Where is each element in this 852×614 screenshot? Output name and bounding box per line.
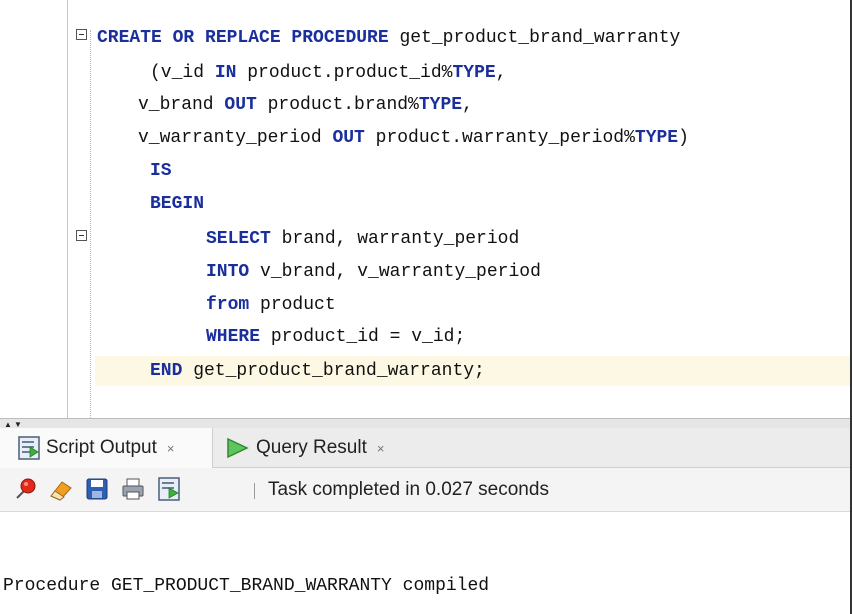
script-icon[interactable] (156, 476, 182, 502)
code-line-3[interactable]: v_brand OUT product.brand%TYPE, (0, 90, 852, 120)
print-icon[interactable] (120, 476, 146, 502)
code-line-9[interactable]: from product (0, 290, 852, 320)
tab-label: Query Result (256, 437, 367, 458)
sql-keyword: INTO (206, 262, 250, 282)
sql-keyword: IN (214, 63, 237, 83)
sql-keyword: OUT (224, 95, 257, 115)
code-line-4[interactable]: v_warranty_period OUT product.warranty_p… (0, 123, 852, 153)
code-token: , (495, 63, 507, 83)
code-token: brand, warranty_period (270, 229, 520, 249)
code-token: v_brand (138, 95, 225, 115)
code-line-10[interactable]: WHERE product_id = v_id; (0, 322, 852, 352)
code-token: , (462, 95, 473, 115)
code-token: (v_id (150, 63, 215, 83)
code-token: get_product_brand_warranty (388, 28, 681, 48)
sql-keyword: TYPE (452, 63, 496, 83)
tab-script-output[interactable]: Script Output × (0, 428, 213, 468)
code-token: ) (678, 128, 689, 148)
script-output-icon (18, 436, 40, 460)
eraser-icon[interactable] (48, 476, 74, 502)
pin-icon[interactable] (12, 476, 38, 502)
toolbar-separator (254, 483, 255, 499)
code-editor[interactable]: CREATE OR REPLACE PROCEDURE get_product_… (0, 0, 852, 418)
code-line-2[interactable]: (v_id IN product.product_id%TYPE, (0, 58, 852, 88)
code-token: v_warranty_period (138, 128, 333, 148)
sql-keyword: IS (150, 161, 172, 181)
code-token: v_brand, v_warranty_period (249, 262, 541, 282)
sql-keyword: BEGIN (150, 194, 205, 214)
code-line-1[interactable]: CREATE OR REPLACE PROCEDURE get_product_… (0, 23, 852, 53)
code-token: product.brand% (256, 95, 419, 115)
code-line-5[interactable]: IS (0, 156, 852, 186)
code-token: product (249, 295, 336, 315)
query-result-icon (227, 437, 249, 459)
save-icon[interactable] (84, 476, 110, 502)
sql-keyword: WHERE (206, 327, 261, 347)
code-line-11-current[interactable]: END get_product_brand_warranty; (95, 356, 852, 386)
code-line-8[interactable]: INTO v_brand, v_warranty_period (0, 257, 852, 287)
code-line-6[interactable]: BEGIN (0, 189, 852, 219)
panel-splitter[interactable]: ▲ ▼ (0, 418, 852, 429)
task-status: Task completed in 0.027 seconds (268, 479, 549, 500)
sql-keyword: OUT (332, 128, 365, 148)
output-toolbar: Task completed in 0.027 seconds (0, 468, 852, 512)
tab-query-result[interactable]: Query Result × (224, 428, 424, 468)
code-token: product.warranty_period% (364, 128, 635, 148)
close-icon[interactable]: × (167, 441, 175, 456)
sql-keyword: TYPE (418, 95, 463, 115)
output-tab-bar: Script Output × Query Result × (0, 428, 852, 468)
code-token: product.product_id% (236, 63, 453, 83)
tab-label: Script Output (46, 437, 157, 458)
sql-keyword: from (206, 295, 250, 315)
sql-keyword: END (150, 361, 183, 381)
output-message: Procedure GET_PRODUCT_BRAND_WARRANTY com… (3, 576, 490, 596)
script-output-panel[interactable]: Procedure GET_PRODUCT_BRAND_WARRANTY com… (0, 512, 852, 614)
sql-keyword: CREATE OR REPLACE PROCEDURE (97, 28, 389, 48)
code-line-7[interactable]: SELECT brand, warranty_period (0, 224, 852, 254)
sql-keyword: TYPE (634, 128, 679, 148)
sql-keyword: SELECT (206, 229, 271, 249)
close-icon[interactable]: × (377, 441, 385, 456)
code-token: get_product_brand_warranty; (182, 361, 485, 381)
code-token: product_id = v_id; (260, 327, 466, 347)
